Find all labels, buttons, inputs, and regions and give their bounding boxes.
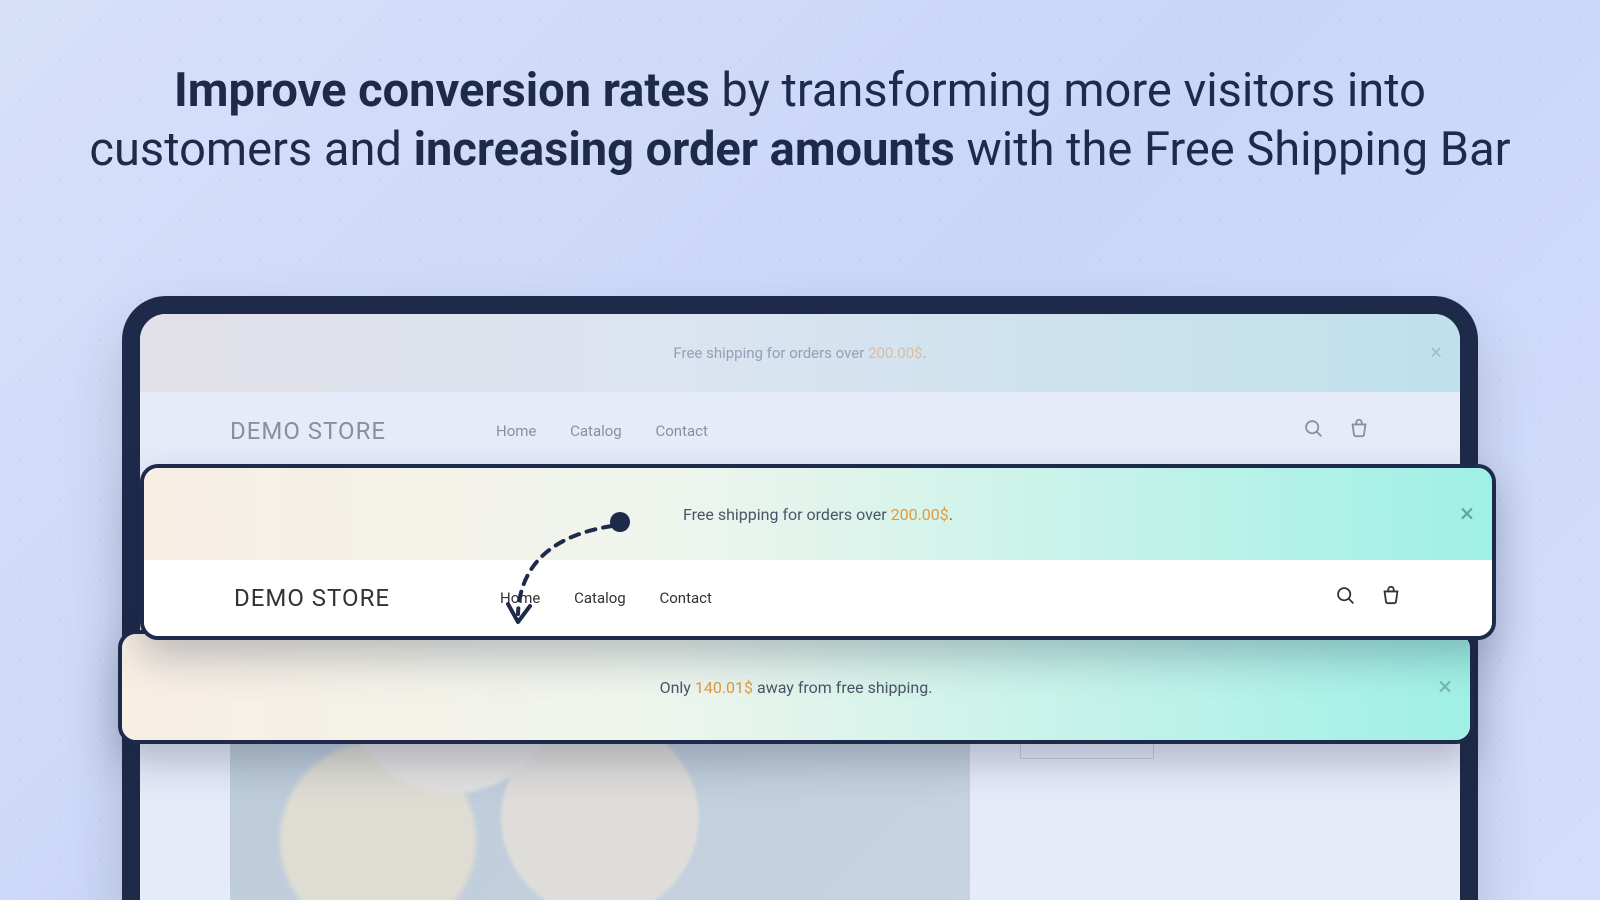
nav-contact[interactable]: Contact — [659, 589, 711, 607]
nav-catalog[interactable]: Catalog — [570, 422, 622, 440]
shipping-bar-bg-suffix: . — [923, 344, 927, 362]
store-nav-bg: DEMO STORE Home Catalog Contact — [140, 392, 1460, 470]
store-brand: DEMO STORE — [230, 417, 386, 445]
nav-home[interactable]: Home — [496, 422, 536, 440]
shipping-bar-progress-suffix: away from free shipping. — [753, 678, 932, 697]
nav-contact[interactable]: Contact — [655, 422, 707, 440]
cart-icon[interactable] — [1348, 418, 1370, 445]
shipping-bar-initial-prefix: Free shipping for orders over — [683, 505, 891, 524]
shipping-bar-bg-prefix: Free shipping for orders over — [673, 344, 868, 362]
headline-bold-1: Improve conversion rates — [174, 63, 710, 118]
search-icon[interactable] — [1303, 418, 1324, 444]
store-nav-fg: DEMO STORE Home Catalog Contact — [144, 560, 1492, 636]
shipping-bar-bg-amount: 200.00$ — [868, 344, 923, 362]
shipping-bar-bg: Free shipping for orders over 200.00$. × — [140, 314, 1460, 392]
cart-icon[interactable] — [1380, 585, 1402, 612]
popout-progress: Only 140.01$ away from free shipping. × — [118, 630, 1474, 744]
shipping-bar-progress: Only 140.01$ away from free shipping. × — [122, 634, 1470, 740]
close-icon[interactable]: × — [1460, 499, 1474, 529]
shipping-bar-initial: Free shipping for orders over 200.00$. × — [144, 468, 1492, 560]
headline-bold-2: increasing order amounts — [414, 122, 955, 177]
headline-text-2: with the Free Shipping Bar — [955, 122, 1511, 177]
shipping-bar-progress-prefix: Only — [660, 678, 695, 697]
popout-initial: Free shipping for orders over 200.00$. ×… — [140, 464, 1496, 640]
close-icon[interactable]: × — [1430, 341, 1442, 366]
shipping-bar-initial-suffix: . — [949, 505, 953, 524]
store-brand: DEMO STORE — [234, 584, 390, 612]
search-icon[interactable] — [1335, 585, 1356, 611]
nav-catalog[interactable]: Catalog — [574, 589, 626, 607]
shipping-bar-initial-amount: 200.00$ — [891, 505, 949, 524]
close-icon[interactable]: × — [1438, 672, 1452, 702]
marketing-headline: Improve conversion rates by transforming… — [0, 62, 1600, 180]
shipping-bar-progress-amount: 140.01$ — [695, 678, 753, 697]
nav-home[interactable]: Home — [500, 589, 540, 607]
